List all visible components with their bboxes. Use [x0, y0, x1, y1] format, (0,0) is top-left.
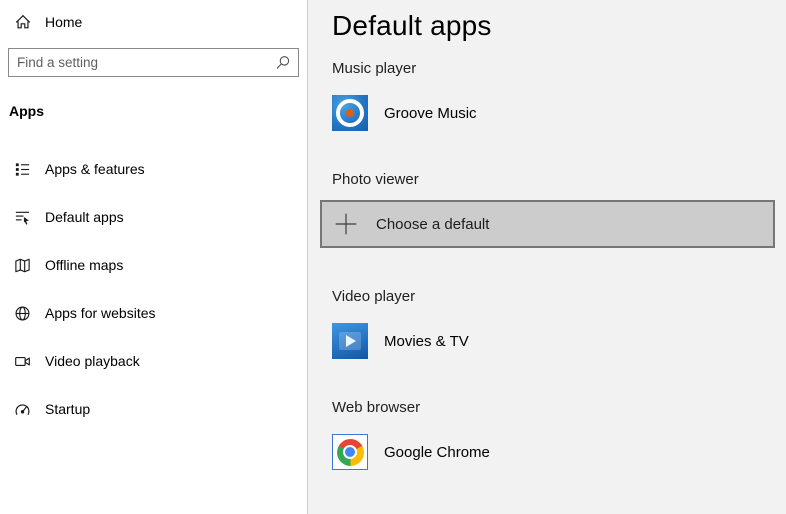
default-apps-icon [14, 209, 31, 226]
sidebar-item-label: Default apps [45, 209, 124, 225]
sidebar-item-video-playback[interactable]: Video playback [0, 337, 307, 385]
search-icon[interactable] [275, 55, 291, 71]
apps-for-websites-icon [14, 305, 31, 322]
section-video-player: Video player Movies & TV [332, 288, 774, 359]
sidebar-item-startup[interactable]: Startup [0, 385, 307, 433]
choose-default-button[interactable]: Choose a default [320, 200, 775, 248]
groove-music-icon [332, 95, 368, 131]
chrome-icon [332, 434, 368, 470]
sidebar-item-home[interactable]: Home [0, 0, 307, 41]
movies-tv-icon [332, 323, 368, 359]
sidebar-item-offline-maps[interactable]: Offline maps [0, 241, 307, 289]
category-label: Music player [332, 60, 417, 77]
app-name: Movies & TV [384, 332, 469, 350]
sidebar: Home Apps [0, 0, 308, 514]
sidebar-item-default-apps[interactable]: Default apps [0, 193, 307, 241]
offline-maps-icon [14, 257, 31, 274]
home-label: Home [45, 14, 83, 30]
choose-default-label: Choose a default [376, 215, 490, 233]
sidebar-item-label: Video playback [45, 353, 140, 369]
apps-features-icon [14, 161, 31, 178]
sidebar-item-apps-for-websites[interactable]: Apps for websites [0, 289, 307, 337]
default-app-web-browser[interactable]: Google Chrome [332, 434, 500, 470]
app-name: Groove Music [384, 104, 477, 122]
default-apps-page: Default apps Music player Groove Music P… [308, 0, 786, 514]
search-input[interactable] [9, 49, 275, 76]
section-web-browser: Web browser Google Chrome [332, 399, 774, 470]
default-app-video-player[interactable]: Movies & TV [332, 323, 479, 359]
sidebar-item-label: Startup [45, 401, 91, 417]
sidebar-item-apps-features[interactable]: Apps & features [0, 145, 307, 193]
startup-icon [14, 401, 31, 418]
sidebar-section-header: Apps [9, 103, 44, 119]
section-music-player: Music player Groove Music [332, 60, 774, 131]
category-label: Web browser [332, 399, 421, 416]
home-icon [14, 13, 32, 31]
sidebar-item-label: Apps for websites [45, 305, 156, 321]
section-photo-viewer: Photo viewer Choose a default [320, 171, 775, 248]
category-label: Video player [332, 288, 416, 305]
page-title: Default apps [332, 10, 492, 41]
category-label: Photo viewer [332, 171, 419, 188]
default-app-music-player[interactable]: Groove Music [332, 95, 487, 131]
plus-icon [333, 211, 359, 237]
video-playback-icon [14, 353, 31, 370]
sidebar-item-label: Apps & features [45, 161, 145, 177]
sidebar-item-label: Offline maps [45, 257, 124, 273]
sidebar-nav: Apps & features Default apps Offline map… [0, 145, 307, 433]
settings-window: Home Apps [0, 0, 786, 514]
app-name: Google Chrome [384, 443, 490, 461]
search-box[interactable] [8, 48, 299, 77]
